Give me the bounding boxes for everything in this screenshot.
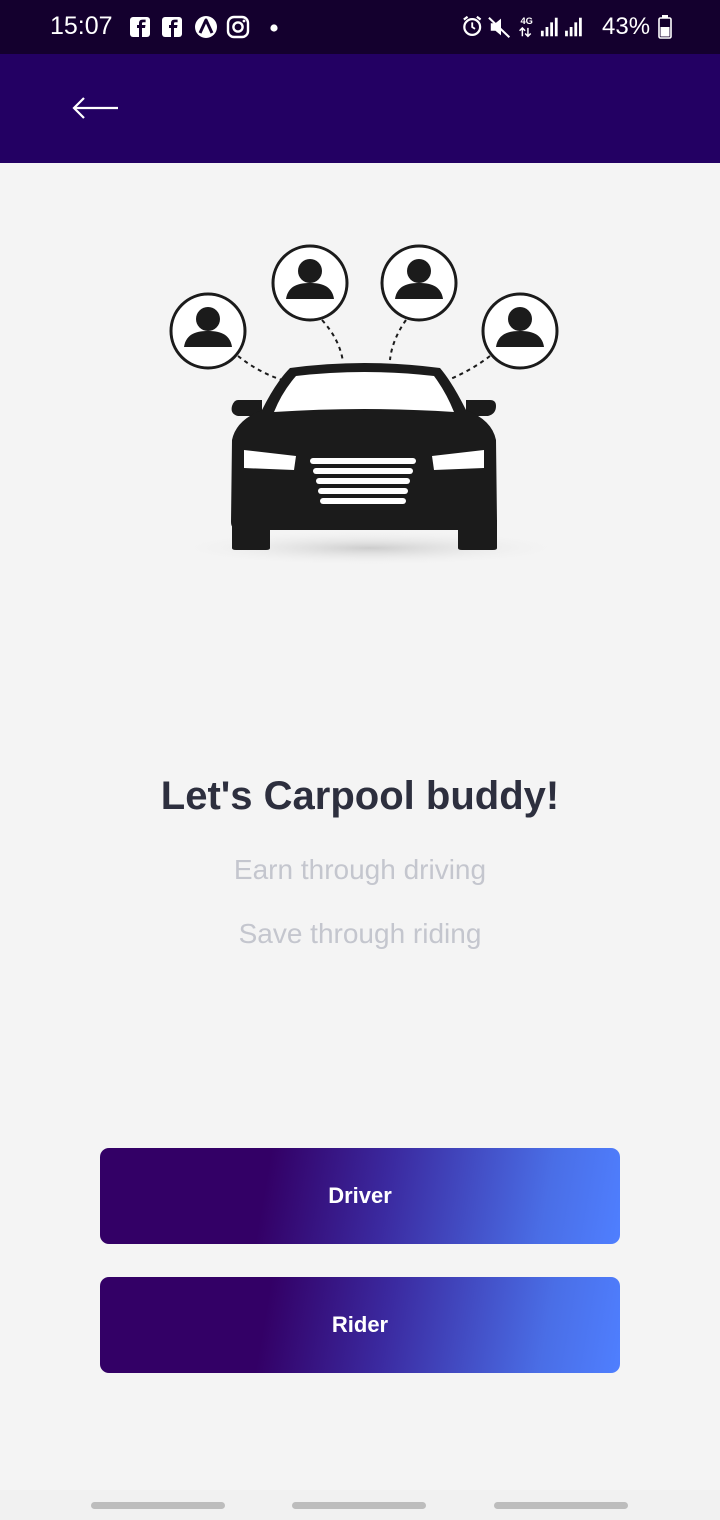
data-4g-icon: 4G: [519, 16, 533, 38]
facebook-icon: [162, 17, 182, 37]
status-right-icons: 4G: [463, 15, 582, 38]
car-icon: [231, 363, 497, 550]
car-with-passengers-icon: [169, 244, 570, 566]
arrow-left-icon: [72, 97, 118, 119]
rider-button[interactable]: Rider: [100, 1277, 620, 1373]
subline-save: Save through riding: [238, 918, 482, 949]
signal-icon: [565, 17, 582, 37]
system-nav-bar: [0, 1490, 720, 1520]
passenger-avatar-icon: [481, 292, 559, 370]
passenger-avatar-icon: [380, 244, 458, 322]
mute-icon: [488, 16, 511, 38]
status-bar: 15:07 4G 43%: [0, 0, 720, 54]
arc-app-icon: [195, 16, 217, 38]
svg-text:4G: 4G: [521, 16, 533, 26]
app-bar: [0, 54, 720, 163]
status-left-icons: [130, 15, 278, 39]
status-time: 15:07: [50, 12, 113, 40]
alarm-icon: [463, 15, 482, 37]
dot-icon: [270, 24, 278, 32]
headline: Let's Carpool buddy!: [160, 774, 560, 818]
home-pill[interactable]: [292, 1502, 426, 1509]
driver-button[interactable]: Driver: [100, 1148, 620, 1244]
signal-icon: [540, 17, 558, 37]
subline-earn: Earn through driving: [233, 854, 487, 885]
rider-button-label: Rider: [331, 1312, 389, 1337]
passenger-avatar-icon: [169, 292, 247, 370]
back-button[interactable]: [60, 80, 132, 136]
instagram-icon: [226, 15, 250, 39]
passenger-avatar-icon: [271, 244, 349, 322]
battery-percentage: 43%: [602, 13, 651, 40]
facebook-icon: [130, 17, 150, 37]
battery-icon: [658, 15, 672, 39]
driver-button-label: Driver: [328, 1183, 392, 1208]
back-pill[interactable]: [494, 1502, 628, 1509]
recents-pill[interactable]: [91, 1502, 225, 1509]
